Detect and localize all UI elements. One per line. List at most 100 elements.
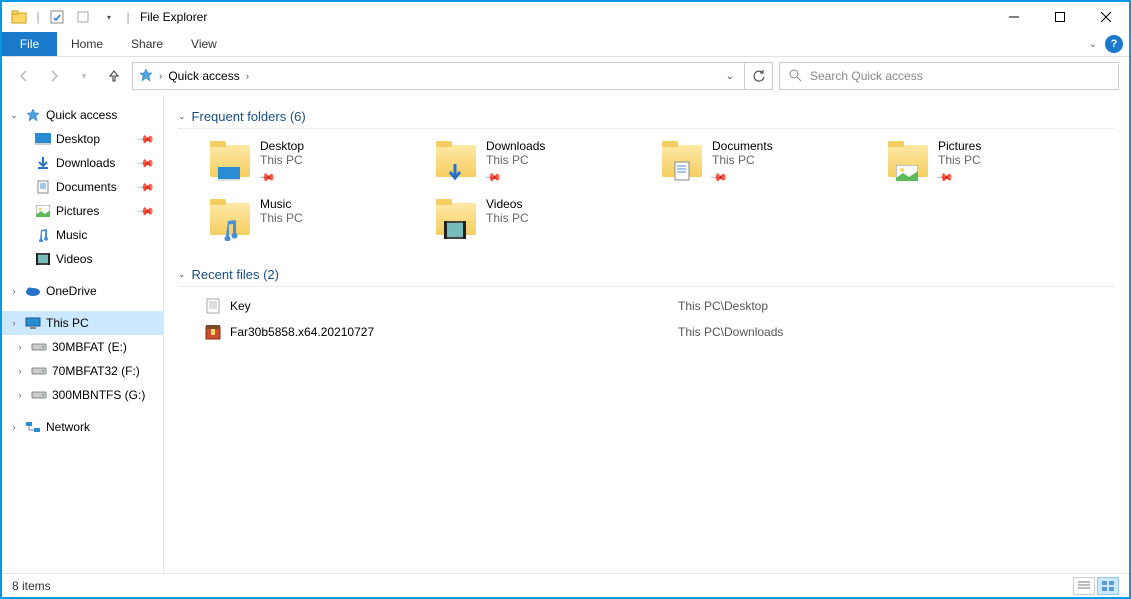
qat-separator: |	[34, 6, 42, 28]
collapse-icon[interactable]: ⌄	[178, 269, 186, 280]
this-pc-icon	[24, 315, 42, 331]
collapse-icon[interactable]: ⌄	[178, 111, 186, 122]
qat-separator: |	[124, 6, 132, 28]
nav-pictures[interactable]: Pictures 📌	[2, 199, 163, 223]
pin-icon: 📌	[257, 168, 276, 187]
frequent-folders-grid: DesktopThis PC📌 DownloadsThis PC📌 Docume…	[178, 135, 1115, 251]
drive-icon	[30, 339, 48, 355]
pin-icon: 📌	[709, 168, 728, 187]
folder-name: Pictures	[938, 139, 981, 153]
recent-file-item[interactable]: Key This PC\Desktop	[178, 293, 1115, 319]
nav-label: OneDrive	[46, 284, 97, 298]
content-pane: ⌄ Frequent folders (6) DesktopThis PC📌 D…	[164, 95, 1129, 573]
section-frequent-folders[interactable]: ⌄ Frequent folders (6)	[178, 105, 1115, 129]
folder-downloads[interactable]: DownloadsThis PC📌	[430, 135, 656, 193]
folder-documents[interactable]: DocumentsThis PC📌	[656, 135, 882, 193]
nav-downloads[interactable]: Downloads 📌	[2, 151, 163, 175]
ribbon-expand-icon[interactable]: ⌄	[1081, 39, 1105, 50]
expand-icon[interactable]: ⌄	[8, 110, 20, 121]
folder-desktop[interactable]: DesktopThis PC📌	[204, 135, 430, 193]
nav-music[interactable]: Music	[2, 223, 163, 247]
folder-icon	[886, 139, 930, 183]
breadcrumb-chevron-icon[interactable]: ›	[159, 71, 162, 82]
tab-view[interactable]: View	[177, 32, 231, 56]
nav-documents[interactable]: Documents 📌	[2, 175, 163, 199]
folder-location: This PC	[938, 153, 981, 167]
folder-videos[interactable]: VideosThis PC	[430, 193, 656, 251]
folder-name: Downloads	[486, 139, 545, 153]
large-icons-view-button[interactable]	[1097, 577, 1119, 595]
onedrive-icon	[24, 283, 42, 299]
folder-icon	[660, 139, 704, 183]
section-title: Recent files (2)	[192, 267, 279, 282]
details-view-button[interactable]	[1073, 577, 1095, 595]
section-recent-files[interactable]: ⌄ Recent files (2)	[178, 263, 1115, 287]
new-folder-icon[interactable]	[72, 6, 94, 28]
nav-desktop[interactable]: Desktop 📌	[2, 127, 163, 151]
address-bar[interactable]: › Quick access › ⌄	[132, 62, 745, 90]
music-icon	[34, 227, 52, 243]
recent-locations-button[interactable]: ▾	[72, 64, 96, 88]
tab-home[interactable]: Home	[57, 32, 117, 56]
expand-icon[interactable]: ›	[8, 422, 20, 432]
up-button[interactable]	[102, 64, 126, 88]
expand-icon[interactable]: ›	[14, 342, 26, 352]
properties-icon[interactable]	[46, 6, 68, 28]
close-button[interactable]	[1083, 2, 1129, 32]
nav-onedrive[interactable]: › OneDrive	[2, 279, 163, 303]
nav-this-pc[interactable]: › This PC	[2, 311, 163, 335]
folder-icon	[434, 197, 478, 241]
pin-icon: 📌	[137, 178, 156, 197]
expand-icon[interactable]: ›	[14, 390, 26, 400]
breadcrumb-location[interactable]: Quick access	[168, 69, 239, 83]
drive-icon	[30, 363, 48, 379]
refresh-button[interactable]	[745, 62, 773, 90]
folder-icon	[434, 139, 478, 183]
section-title: Frequent folders (6)	[192, 109, 306, 124]
forward-button[interactable]	[42, 64, 66, 88]
back-button[interactable]	[12, 64, 36, 88]
search-box[interactable]	[779, 62, 1119, 90]
search-input[interactable]	[810, 69, 1110, 83]
expand-icon[interactable]: ›	[8, 286, 20, 296]
expand-icon[interactable]: ›	[8, 318, 20, 328]
folder-icon	[208, 139, 252, 183]
pin-icon: 📌	[483, 168, 502, 187]
app-icon[interactable]	[8, 6, 30, 28]
nav-quick-access[interactable]: ⌄ Quick access	[2, 103, 163, 127]
pin-icon: 📌	[137, 130, 156, 149]
expand-icon[interactable]: ›	[14, 366, 26, 376]
nav-label: Quick access	[46, 108, 117, 122]
file-tab[interactable]: File	[2, 32, 57, 56]
nav-network[interactable]: › Network	[2, 415, 163, 439]
nav-label: This PC	[46, 316, 89, 330]
minimize-button[interactable]	[991, 2, 1037, 32]
archive-file-icon	[204, 323, 222, 341]
help-icon[interactable]: ?	[1105, 35, 1123, 53]
nav-videos[interactable]: Videos	[2, 247, 163, 271]
navigation-bar: ▾ › Quick access › ⌄	[2, 57, 1129, 95]
folder-icon	[208, 197, 252, 241]
window-title: File Explorer	[132, 10, 207, 24]
nav-drive-f[interactable]: › 70MBFAT32 (F:)	[2, 359, 163, 383]
title-bar: | ▾ | File Explorer	[2, 2, 1129, 32]
nav-drive-e[interactable]: › 30MBFAT (E:)	[2, 335, 163, 359]
folder-music[interactable]: MusicThis PC	[204, 193, 430, 251]
folder-name: Music	[260, 197, 303, 211]
nav-drive-g[interactable]: › 300MBNTFS (G:)	[2, 383, 163, 407]
network-icon	[24, 419, 42, 435]
maximize-button[interactable]	[1037, 2, 1083, 32]
recent-file-item[interactable]: Far30b5858.x64.20210727 This PC\Download…	[178, 319, 1115, 345]
folder-pictures[interactable]: PicturesThis PC📌	[882, 135, 1108, 193]
nav-label: 30MBFAT (E:)	[52, 340, 127, 354]
folder-name: Desktop	[260, 139, 304, 153]
folder-location: This PC	[486, 211, 529, 225]
folder-location: This PC	[712, 153, 773, 167]
window-controls	[991, 2, 1129, 32]
qat-dropdown-icon[interactable]: ▾	[98, 6, 120, 28]
tab-share[interactable]: Share	[117, 32, 177, 56]
address-dropdown-icon[interactable]: ⌄	[722, 71, 738, 82]
folder-location: This PC	[486, 153, 545, 167]
desktop-icon	[34, 131, 52, 147]
breadcrumb-chevron-icon[interactable]: ›	[246, 71, 249, 82]
